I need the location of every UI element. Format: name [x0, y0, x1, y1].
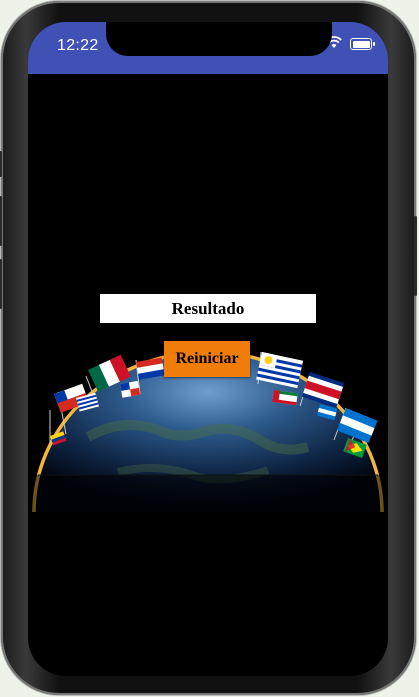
battery-icon: [350, 38, 372, 50]
status-time: 12:22: [57, 37, 99, 54]
power-button: [414, 216, 417, 296]
volume-up-button: [0, 196, 2, 246]
battery-tip: [373, 42, 375, 46]
reset-button[interactable]: Reiniciar: [164, 341, 250, 377]
mute-switch: [0, 151, 2, 177]
app-screen: 12:22 Resultado Reiniciar: [28, 22, 388, 676]
camera-notch: [106, 22, 332, 56]
volume-down-button: [0, 259, 2, 309]
result-label: Resultado: [100, 294, 316, 323]
